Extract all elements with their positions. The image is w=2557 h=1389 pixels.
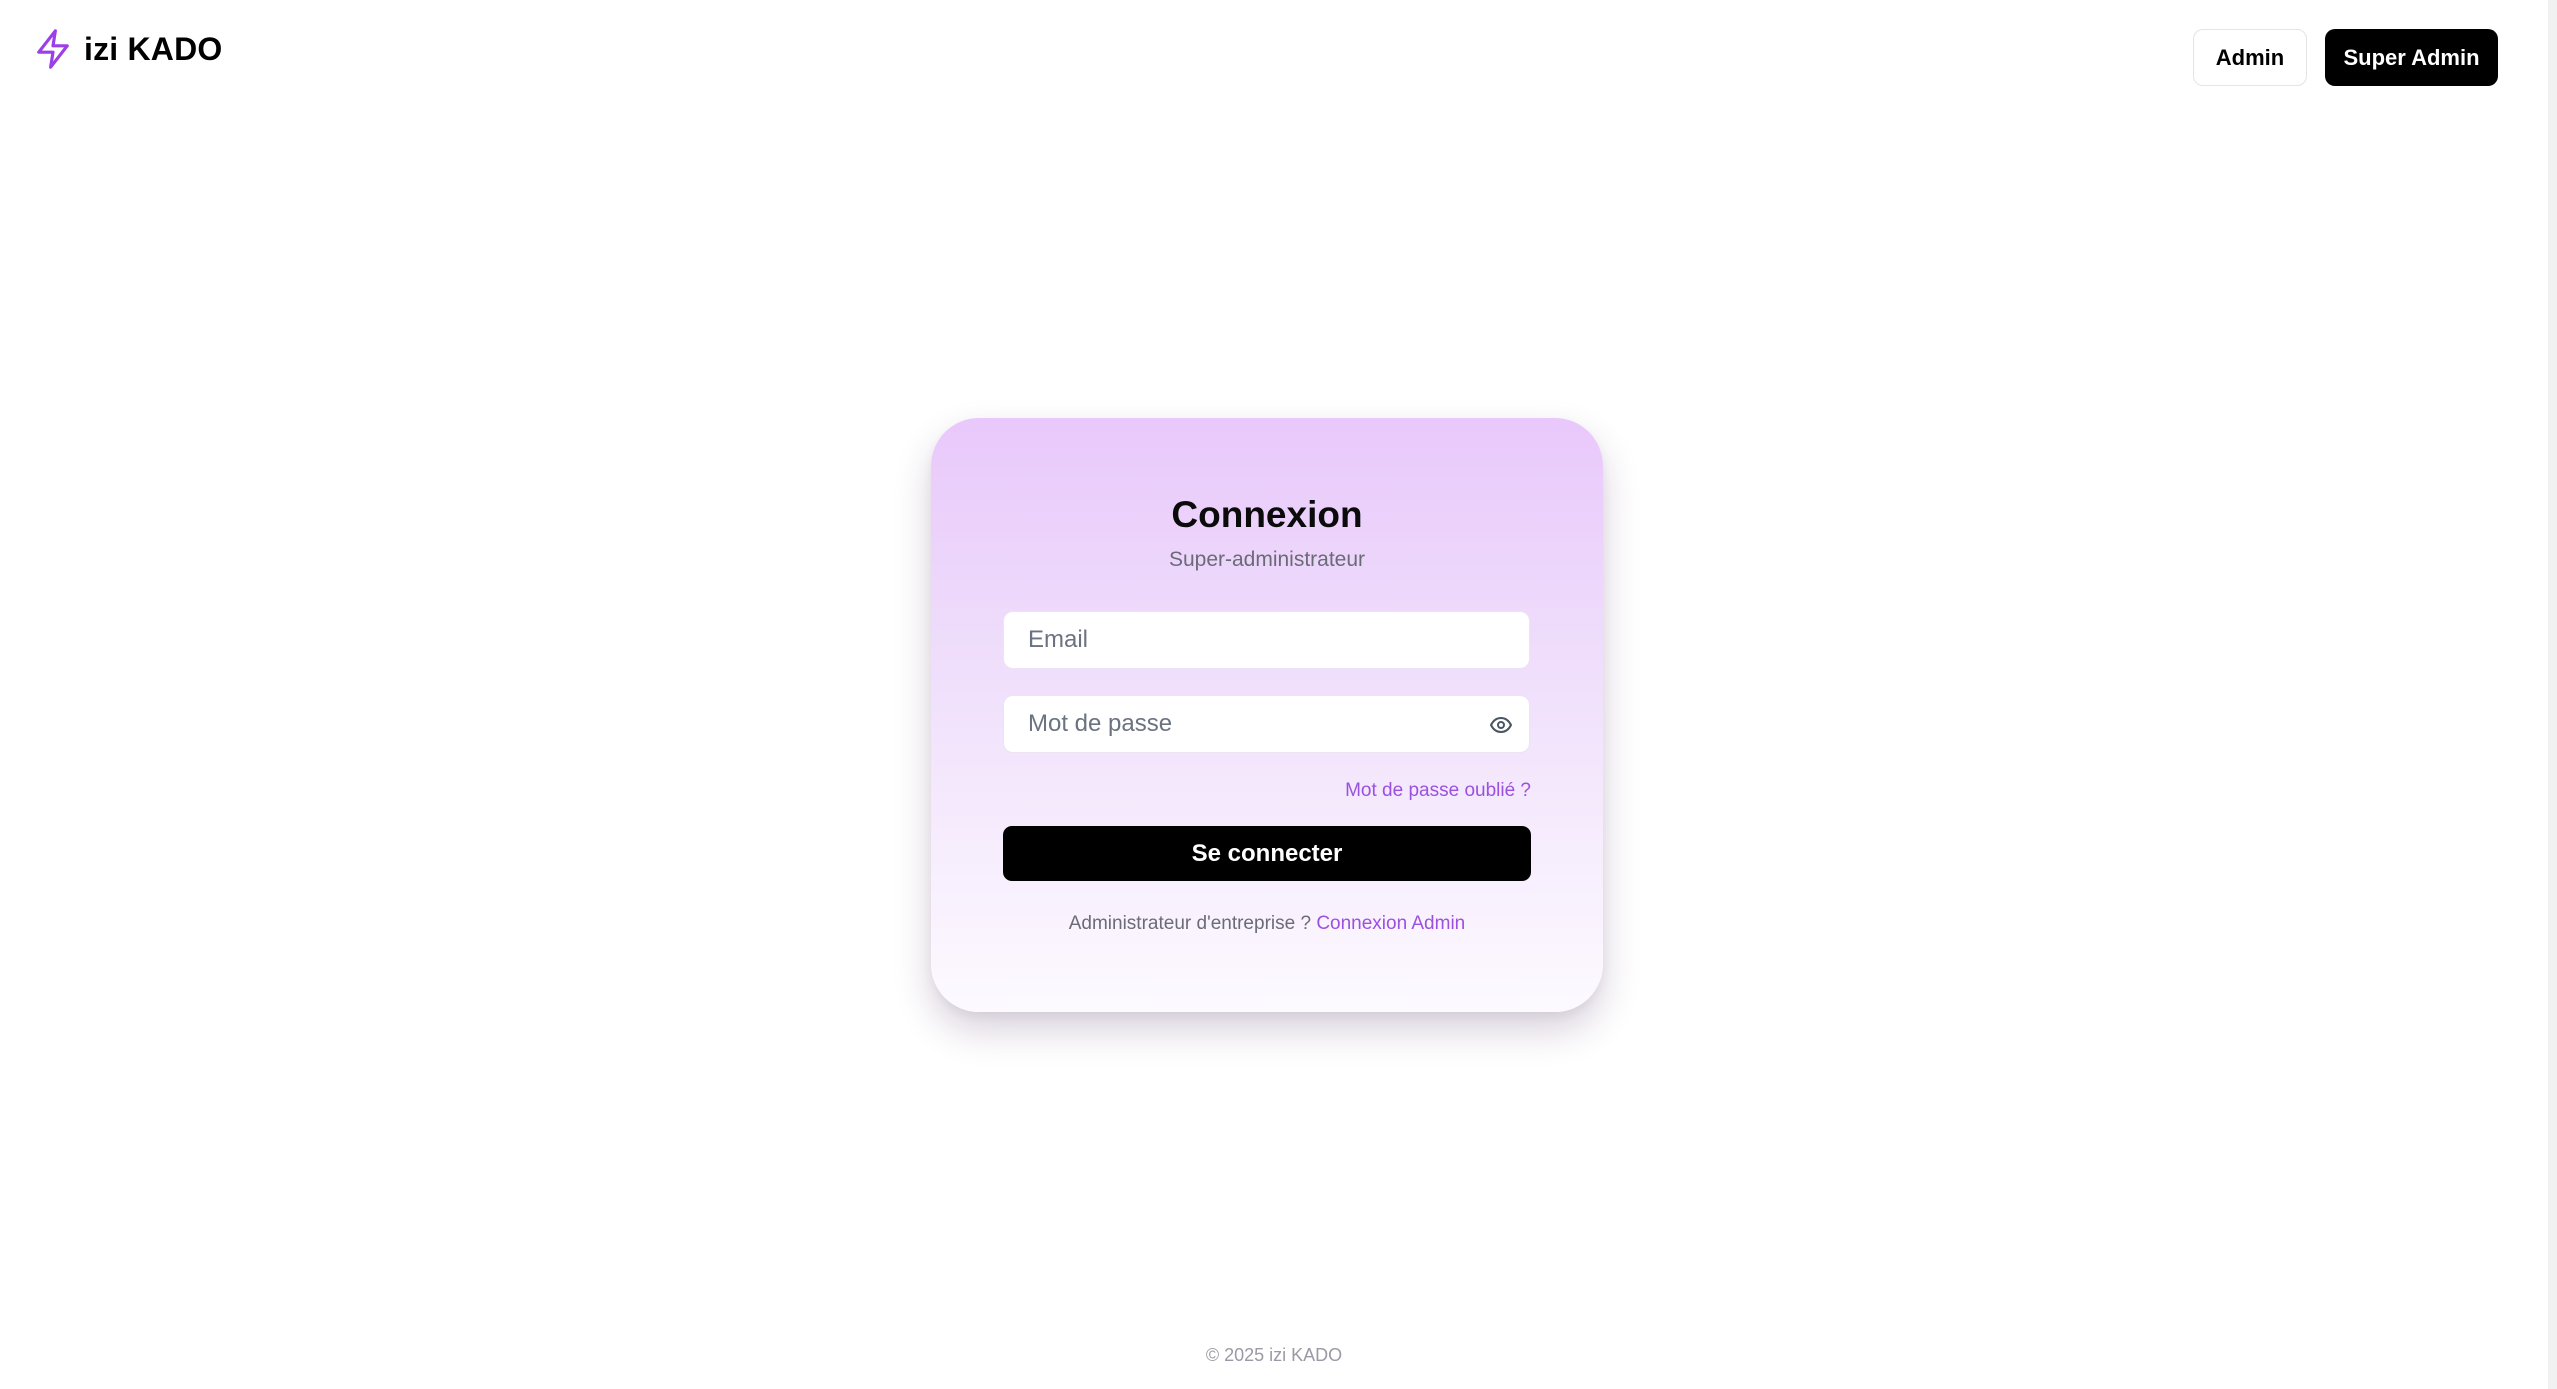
page-scrollbar[interactable] — [2548, 0, 2557, 1389]
login-subtitle: Super-administrateur — [1168, 548, 1366, 571]
password-field-wrapper — [1003, 695, 1530, 753]
password-input[interactable] — [1004, 696, 1529, 752]
admin-login-prompt: Administrateur d'entreprise ? Connexion … — [931, 913, 1603, 935]
super-admin-button[interactable]: Super Admin — [2325, 29, 2498, 86]
copyright-text: © 2025 izi KADO — [1205, 1345, 1343, 1365]
email-input[interactable] — [1004, 612, 1529, 668]
admin-login-link[interactable]: Connexion Admin — [1316, 913, 1465, 934]
admin-button[interactable]: Admin — [2193, 29, 2307, 86]
top-bar: izi KADO Admin Super Admin — [0, 0, 2548, 100]
forgot-password-link[interactable]: Mot de passe oublié ? — [1345, 780, 1531, 802]
login-card: Connexion Super-administrateur Mot de pa… — [931, 418, 1603, 1012]
brand-name: izi KADO — [84, 30, 223, 67]
login-submit-button[interactable]: Se connecter — [1003, 826, 1531, 881]
lightning-bolt-icon — [34, 28, 72, 70]
login-title: Connexion — [1171, 494, 1363, 535]
brand-logo[interactable]: izi KADO — [34, 28, 223, 70]
email-field-wrapper — [1003, 611, 1530, 669]
eye-icon[interactable] — [1489, 713, 1513, 737]
admin-login-prompt-text: Administrateur d'entreprise ? — [1068, 913, 1312, 934]
